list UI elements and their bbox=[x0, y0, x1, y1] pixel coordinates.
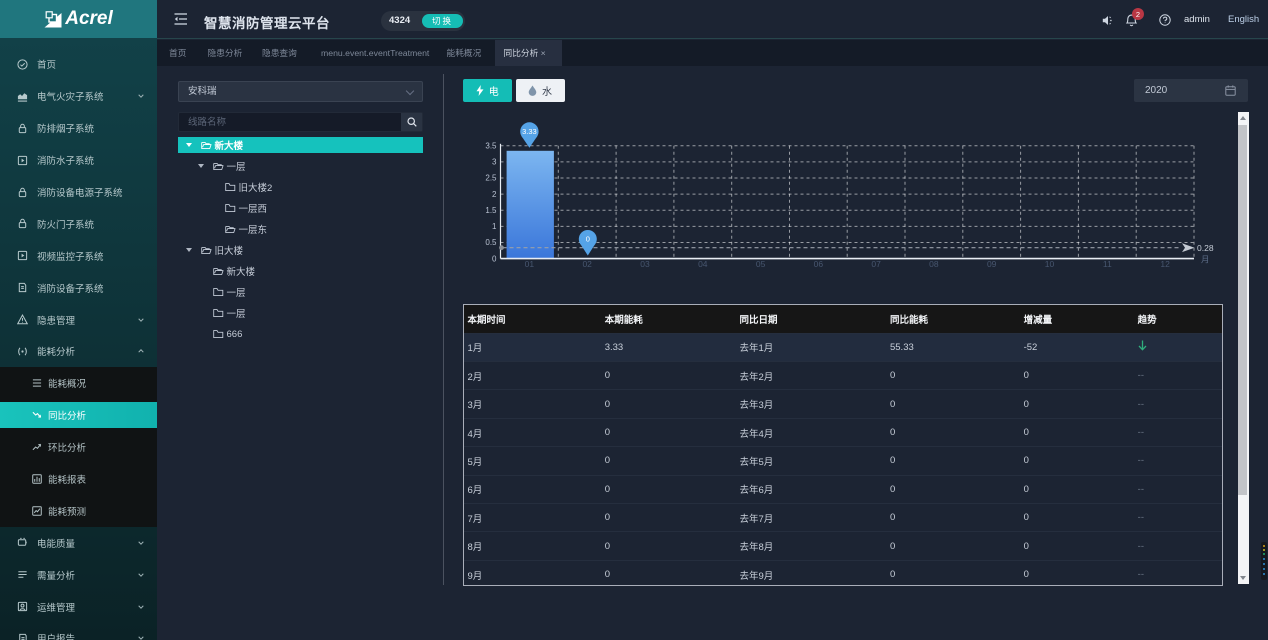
svg-text:12: 12 bbox=[1160, 259, 1170, 269]
svg-text:0.28: 0.28 bbox=[1197, 243, 1214, 253]
svg-text:月: 月 bbox=[1201, 255, 1210, 265]
svg-text:3.5: 3.5 bbox=[485, 142, 497, 151]
svg-text:3: 3 bbox=[492, 158, 497, 167]
svg-text:2.5: 2.5 bbox=[485, 174, 497, 183]
svg-text:3.33: 3.33 bbox=[522, 127, 537, 136]
svg-text:10: 10 bbox=[1045, 259, 1055, 269]
svg-text:04: 04 bbox=[698, 259, 708, 269]
svg-text:07: 07 bbox=[871, 259, 881, 269]
svg-text:0: 0 bbox=[586, 235, 590, 244]
svg-text:11: 11 bbox=[1103, 259, 1112, 269]
svg-text:01: 01 bbox=[525, 259, 535, 269]
svg-text:0: 0 bbox=[492, 254, 497, 263]
svg-text:09: 09 bbox=[987, 259, 997, 269]
svg-text:03: 03 bbox=[640, 259, 650, 269]
svg-text:1: 1 bbox=[492, 222, 497, 231]
svg-text:2: 2 bbox=[492, 190, 497, 199]
svg-text:08: 08 bbox=[929, 259, 939, 269]
svg-text:02: 02 bbox=[582, 259, 592, 269]
svg-text:06: 06 bbox=[814, 259, 824, 269]
svg-text:0.5: 0.5 bbox=[485, 238, 497, 247]
svg-text:1.5: 1.5 bbox=[485, 206, 497, 215]
svg-text:05: 05 bbox=[756, 259, 766, 269]
